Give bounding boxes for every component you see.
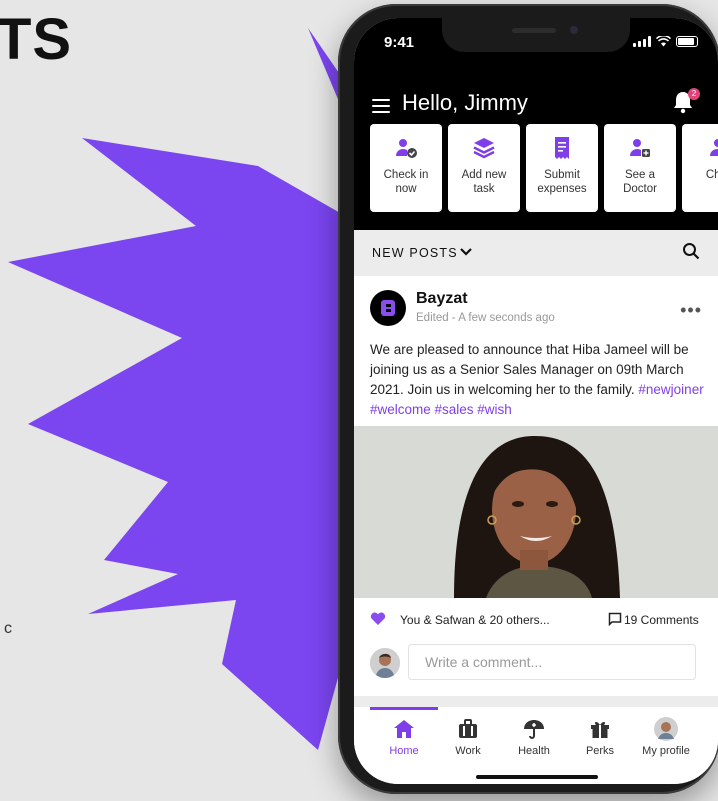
tab-home[interactable]: Home xyxy=(372,717,436,757)
tab-label: My profile xyxy=(642,745,690,757)
home-indicator xyxy=(476,775,598,779)
briefcase-icon xyxy=(459,719,477,738)
quick-action-label: Add new task xyxy=(461,169,507,195)
signal-icon xyxy=(633,36,651,47)
feed-filter-dropdown[interactable]: NEW POSTS xyxy=(372,246,458,260)
post-card: Bayzat Edited - A few seconds ago ••• We… xyxy=(354,276,718,696)
background-edge-text: c xyxy=(4,620,12,637)
heart-icon[interactable] xyxy=(370,612,386,626)
quick-action-add-task[interactable]: Add new task xyxy=(448,124,520,212)
bayzat-logo xyxy=(381,300,395,316)
menu-icon[interactable] xyxy=(372,99,390,117)
post-photo[interactable] xyxy=(354,426,718,598)
comment-input[interactable] xyxy=(408,644,696,680)
user-avatar-image xyxy=(370,648,400,678)
comment-icon[interactable] xyxy=(608,612,622,626)
quick-action-label: Ch... xyxy=(705,169,718,181)
status-icons xyxy=(633,36,698,47)
quick-action-see-doctor[interactable]: See a Doctor xyxy=(604,124,676,212)
tab-work[interactable]: Work xyxy=(436,717,500,757)
comments-count[interactable]: 19 Comments xyxy=(624,613,699,627)
tab-health[interactable]: Health xyxy=(502,717,566,757)
background-heading: TS xyxy=(0,7,73,72)
quick-action-label: Check in now xyxy=(383,169,429,195)
active-tab-indicator xyxy=(370,707,438,710)
quick-action-partial[interactable]: Ch... xyxy=(682,124,718,212)
quick-action-label: See a Doctor xyxy=(623,169,657,195)
wifi-icon xyxy=(656,36,671,47)
receipt-icon xyxy=(555,137,569,159)
doctor-icon xyxy=(630,139,650,157)
tab-my-profile[interactable]: My profile xyxy=(634,717,698,757)
tab-label: Home xyxy=(389,745,419,757)
current-user-avatar xyxy=(370,648,400,678)
quick-action-check-in[interactable]: Check in now xyxy=(370,124,442,212)
quick-actions-row: Check in now Add new task Submit expense… xyxy=(370,124,718,212)
notification-badge: 2 xyxy=(688,88,700,100)
home-icon xyxy=(394,720,414,738)
user-check-icon xyxy=(396,139,417,158)
search-icon[interactable] xyxy=(682,242,700,260)
phone-notch xyxy=(442,18,630,52)
quick-action-submit-expenses[interactable]: Submit expenses xyxy=(526,124,598,212)
chevron-down-icon[interactable] xyxy=(459,245,473,259)
feed-filter-bar: NEW POSTS xyxy=(354,230,718,276)
tab-perks[interactable]: Perks xyxy=(568,717,632,757)
portrait-image xyxy=(354,426,718,598)
tab-label: Health xyxy=(518,745,550,757)
avatar-icon xyxy=(654,717,678,741)
layers-icon xyxy=(473,138,495,159)
user-icon xyxy=(710,139,718,156)
battery-icon xyxy=(676,36,698,47)
umbrella-icon xyxy=(524,720,544,739)
author-avatar[interactable] xyxy=(370,290,406,326)
more-options-icon[interactable]: ••• xyxy=(680,300,702,321)
bottom-tab-bar: Home Work Health Perks My profile xyxy=(354,706,718,784)
greeting-title: Hello, Jimmy xyxy=(402,90,528,115)
post-text: We are pleased to announce that Hiba Jam… xyxy=(370,340,708,420)
status-time: 9:41 xyxy=(384,34,415,51)
likes-summary[interactable]: You & Safwan & 20 others... xyxy=(400,613,550,627)
quick-action-label: Submit expenses xyxy=(537,169,587,195)
reactions-row: You & Safwan & 20 others... 19 Comments xyxy=(354,610,718,630)
gift-icon xyxy=(591,721,609,738)
tab-label: Perks xyxy=(585,745,615,757)
tab-label: Work xyxy=(455,745,481,757)
post-meta: Edited - A few seconds ago xyxy=(416,312,555,324)
app-screen: 9:41 Hello, Jimmy 2 Check in now Add new… xyxy=(354,18,718,784)
post-author[interactable]: Bayzat xyxy=(416,290,468,308)
